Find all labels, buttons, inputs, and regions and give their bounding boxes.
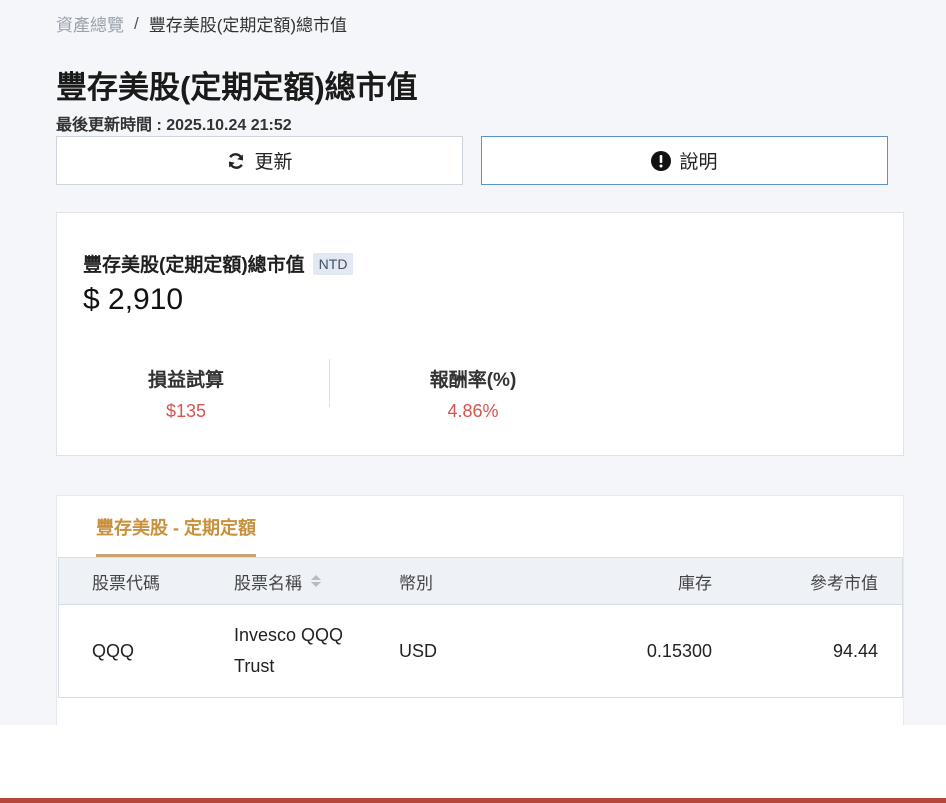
breadcrumb-current: 豐存美股(定期定額)總市值 <box>148 16 348 35</box>
row-stock-name-text: Invesco QQQ Trust <box>234 625 344 676</box>
return-label: 報酬率(%) <box>429 370 517 391</box>
page-title: 豐存美股(定期定額)總市值 <box>56 70 418 105</box>
summary-card: 豐存美股(定期定額)總市值 NTD $ 2,910 損益試算 $135 報酬率(… <box>56 212 904 456</box>
breadcrumb: 資產總覽 / 豐存美股(定期定額)總市值 <box>56 11 347 36</box>
refresh-button-label: 更新 <box>254 152 293 173</box>
column-header-market-value: 參考市值 <box>810 573 878 593</box>
refresh-button[interactable]: 更新 <box>56 136 463 185</box>
refresh-icon <box>226 151 246 171</box>
profit-metric: 損益試算 $135 <box>86 365 286 422</box>
holdings-section: 豐存美股 - 定期定額 股票代碼 股票名稱 幣別 庫存 參考市值 QQQ Inv… <box>56 495 904 725</box>
row-market-value: 94.44 <box>832 640 878 661</box>
profit-label: 損益試算 <box>147 370 224 391</box>
column-header-quantity: 庫存 <box>678 573 712 593</box>
return-metric: 報酬率(%) 4.86% <box>373 365 573 422</box>
sort-icon[interactable] <box>310 573 322 589</box>
column-header-name[interactable]: 股票名稱 <box>234 558 322 604</box>
table-header: 股票代碼 股票名稱 幣別 庫存 參考市值 <box>59 558 902 605</box>
help-button-label: 說明 <box>679 152 718 173</box>
breadcrumb-separator: / <box>134 13 139 33</box>
breadcrumb-home-link[interactable]: 資產總覽 <box>56 11 124 36</box>
bottom-bar <box>0 798 946 803</box>
help-button[interactable]: 說明 <box>481 136 888 185</box>
total-market-value: $ 2,910 <box>83 283 184 316</box>
summary-title: 豐存美股(定期定額)總市值 <box>83 255 305 276</box>
column-header-code: 股票代碼 <box>92 573 160 593</box>
holdings-table: 股票代碼 股票名稱 幣別 庫存 參考市值 QQQ Invesco QQQ Tru… <box>58 557 903 698</box>
metric-divider <box>329 359 330 407</box>
exclamation-circle-icon <box>651 150 672 171</box>
row-stock-code: QQQ <box>92 640 135 661</box>
tab-us-stock-regular-investment[interactable]: 豐存美股 - 定期定額 <box>96 514 256 557</box>
last-updated-text: 最後更新時間 : 2025.10.24 21:52 <box>56 117 292 134</box>
column-header-currency: 幣別 <box>399 573 433 593</box>
row-currency: USD <box>399 640 438 661</box>
currency-badge: NTD <box>312 252 354 275</box>
table-row[interactable]: QQQ Invesco QQQ Trust USD 0.15300 94.44 <box>59 605 902 697</box>
row-stock-name: Invesco QQQ Trust <box>234 605 364 697</box>
profit-value: $135 <box>165 401 207 421</box>
summary-title-row: 豐存美股(定期定額)總市值 NTD <box>83 250 354 277</box>
return-value: 4.86% <box>447 401 499 421</box>
column-header-name-label: 股票名稱 <box>234 573 302 593</box>
row-quantity: 0.15300 <box>646 640 712 661</box>
